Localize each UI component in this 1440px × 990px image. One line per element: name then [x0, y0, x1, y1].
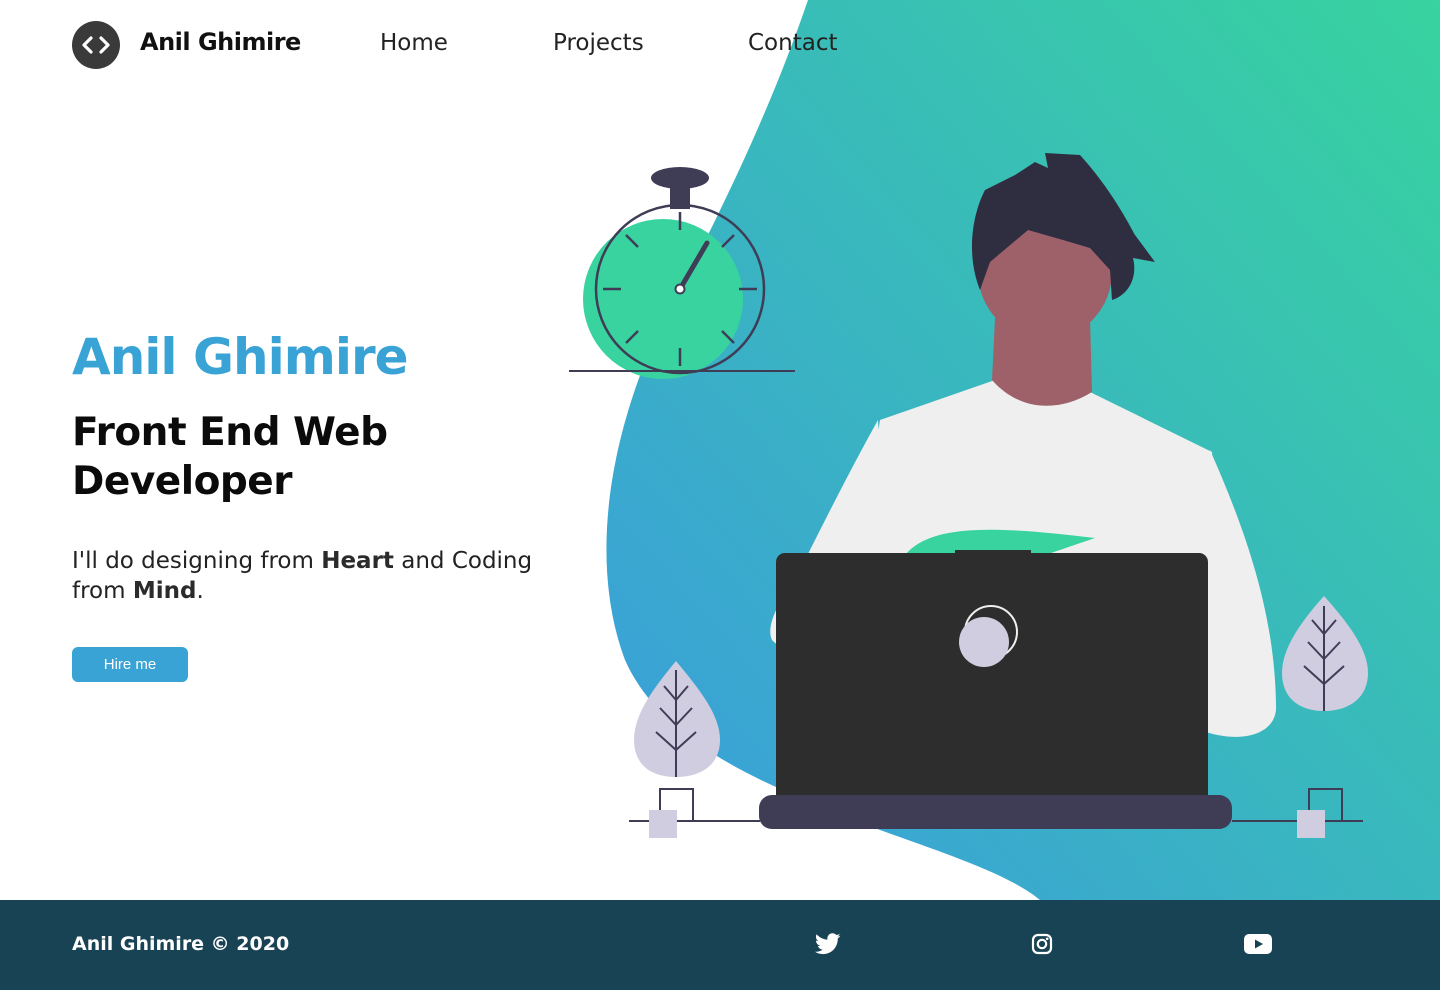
footer: Anil Ghimire © 2020	[0, 900, 1440, 990]
plant-left-illustration	[634, 661, 720, 838]
hire-me-button[interactable]: Hire me	[72, 647, 188, 682]
laptop-illustration	[759, 550, 1232, 829]
youtube-icon	[1244, 934, 1272, 954]
code-icon	[82, 36, 110, 54]
copyright-text: Anil Ghimire © 2020	[72, 933, 290, 955]
plant-right-illustration	[1282, 596, 1368, 838]
nav-home[interactable]: Home	[380, 30, 448, 56]
tagline-text-3: .	[196, 578, 204, 604]
nav-contact[interactable]: Contact	[748, 30, 837, 56]
tagline-mind: Mind	[132, 578, 197, 604]
tagline-heart: Heart	[321, 548, 394, 574]
youtube-link[interactable]	[1244, 931, 1272, 957]
logo-badge[interactable]	[72, 21, 120, 69]
stopwatch-illustration	[569, 167, 795, 379]
instagram-link[interactable]	[1028, 931, 1056, 957]
hero-tagline: I'll do designing from Heart and Coding …	[72, 546, 582, 606]
instagram-icon	[1031, 933, 1053, 955]
twitter-link[interactable]	[814, 931, 842, 957]
nav-projects[interactable]: Projects	[553, 30, 644, 56]
hero-role: Front End Web Developer	[72, 410, 388, 504]
hero-name: Anil Ghimire	[72, 328, 409, 386]
brand-name[interactable]: Anil Ghimire	[140, 28, 301, 56]
tagline-text-1: I'll do designing from	[72, 548, 322, 574]
twitter-icon	[815, 933, 841, 955]
